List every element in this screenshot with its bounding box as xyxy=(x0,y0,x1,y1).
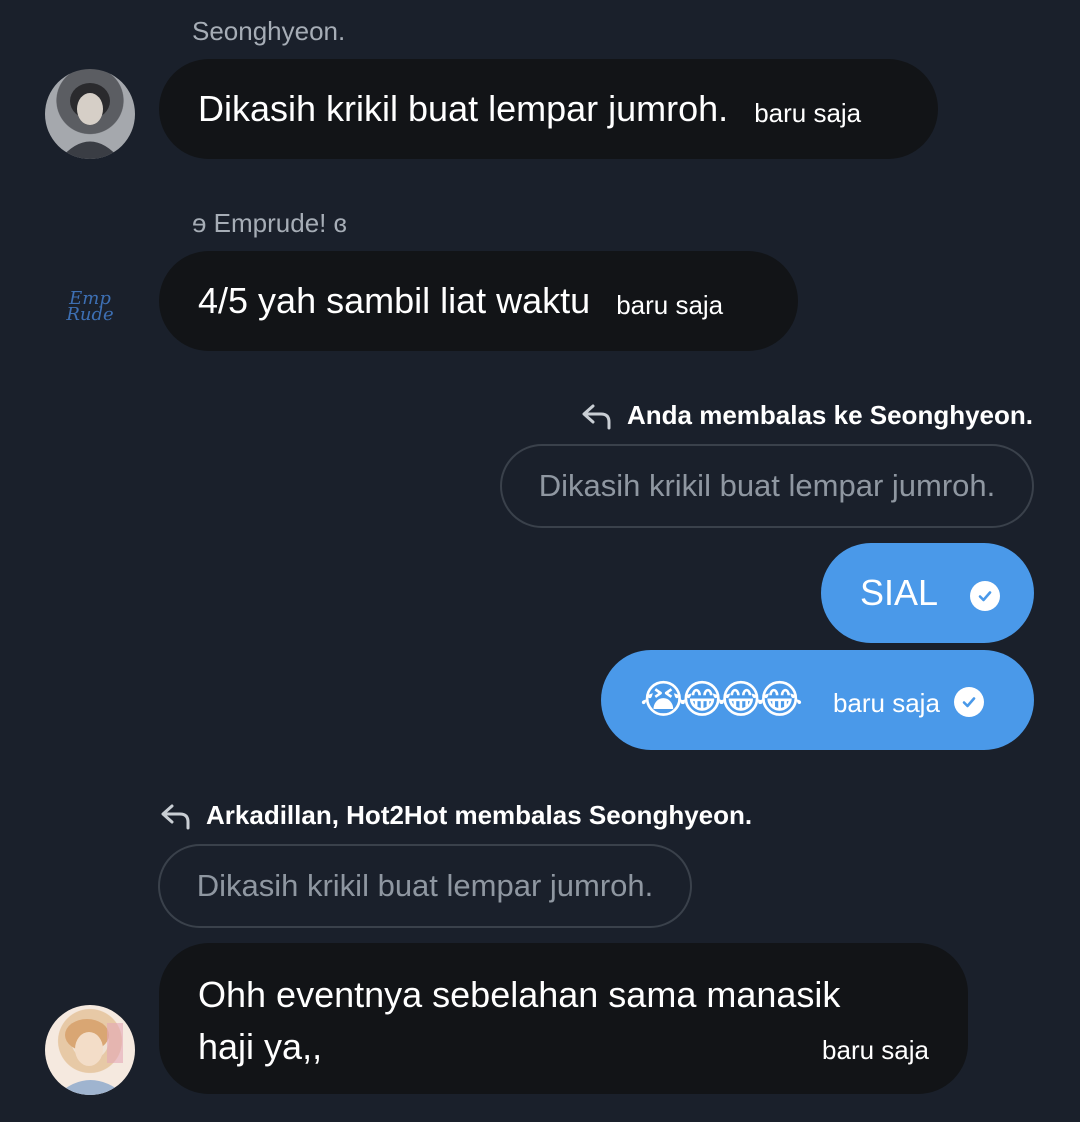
avatar-logo-text: Rude xyxy=(66,304,114,325)
message-text: SIAL xyxy=(860,572,939,613)
message-emoji-text: 😭😂😂😂 xyxy=(640,678,803,722)
message-text-line: haji ya,, xyxy=(198,1026,323,1067)
message-text-line: Ohh eventnya sebelahan sama manasik xyxy=(198,974,841,1015)
reply-context: Anda membalas ke Seonghyeon. xyxy=(581,400,1033,431)
avatar[interactable]: Emp Rude xyxy=(45,262,135,352)
reply-context: Arkadillan, Hot2Hot membalas Seonghyeon. xyxy=(160,800,752,831)
message-text: Dikasih krikil buat lempar jumroh. xyxy=(198,88,729,129)
reply-context-label: Anda membalas ke Seonghyeon. xyxy=(626,400,1033,430)
message-bubble[interactable]: Ohh eventnya sebelahan sama manasik haji… xyxy=(159,943,968,1094)
quoted-message-text: Dikasih krikil buat lempar jumroh. xyxy=(196,868,654,903)
message-timestamp: baru saja xyxy=(832,687,940,718)
avatar-portrait-icon xyxy=(57,1019,125,1095)
avatar[interactable] xyxy=(45,69,135,159)
quoted-message[interactable]: Dikasih krikil buat lempar jumroh. xyxy=(158,844,692,928)
quoted-message-text: Dikasih krikil buat lempar jumroh. xyxy=(538,468,996,503)
message-timestamp: baru saja xyxy=(754,97,862,128)
sender-name: ɘ Emprude! ɞ xyxy=(192,208,347,238)
check-circle-icon xyxy=(970,581,1001,611)
message-bubble[interactable]: 4/5 yah sambil liat waktu baru saja xyxy=(159,251,798,351)
message-text: 4/5 yah sambil liat waktu xyxy=(198,280,591,321)
reply-context-label: Arkadillan, Hot2Hot membalas Seonghyeon. xyxy=(206,800,753,830)
avatar-portrait-icon xyxy=(60,83,120,159)
quoted-message[interactable]: Dikasih krikil buat lempar jumroh. xyxy=(500,444,1034,528)
reply-arrow-icon xyxy=(161,804,190,829)
avatar[interactable] xyxy=(45,1005,135,1095)
message-timestamp: baru saja xyxy=(616,289,724,320)
message-bubble[interactable]: SIAL xyxy=(821,543,1034,643)
message-timestamp: baru saja xyxy=(822,1035,929,1065)
message-bubble[interactable]: 😭😂😂😂 baru saja xyxy=(601,650,1034,750)
reply-arrow-icon xyxy=(582,404,611,429)
check-circle-icon xyxy=(953,687,984,717)
message-bubble[interactable]: Dikasih krikil buat lempar jumroh. baru … xyxy=(159,59,938,159)
sender-name: Seonghyeon. xyxy=(192,16,346,46)
